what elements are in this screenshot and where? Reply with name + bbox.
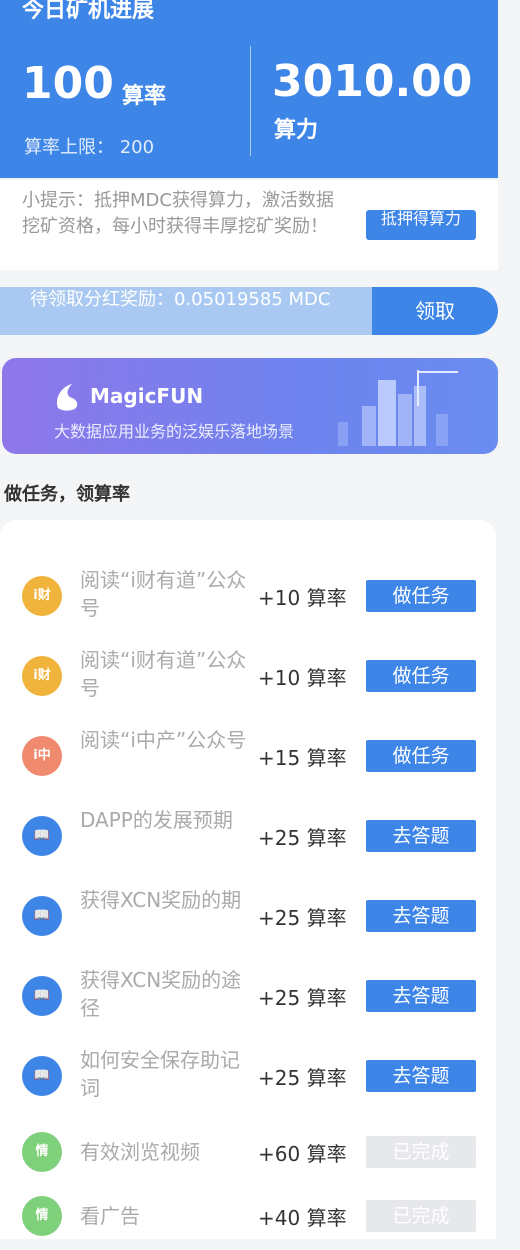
task-reward: +25 算率 bbox=[258, 986, 347, 1010]
task-reward: +10 算率 bbox=[258, 666, 347, 690]
banner-brand: MagicFUN bbox=[90, 384, 204, 408]
task-action-button[interactable]: 做任务 bbox=[366, 580, 476, 612]
task-name: DAPP的发展预期 bbox=[80, 808, 233, 832]
task-icon: 📖 bbox=[22, 1056, 62, 1096]
task-icon: 情 bbox=[22, 1132, 62, 1172]
hash-rate-limit: 算率上限： 200 bbox=[24, 133, 154, 159]
tip-card: 小提示：抵押MDC获得算力，激活数据挖矿资格，每小时获得丰厚挖矿奖励！ 抵押得算… bbox=[0, 180, 498, 270]
task-reward: +25 算率 bbox=[258, 826, 347, 850]
task-icon: i财 bbox=[22, 656, 62, 696]
task-row: i财 阅读“i财有道”公众号 +10 算率 做任务 bbox=[0, 640, 496, 710]
header-divider bbox=[250, 46, 251, 156]
task-row: i财 阅读“i财有道”公众号 +10 算率 做任务 bbox=[0, 560, 496, 630]
task-reward: +10 算率 bbox=[258, 586, 347, 610]
task-completed-button: 已完成 bbox=[366, 1200, 476, 1232]
task-icon: 📖 bbox=[22, 816, 62, 856]
task-reward: +40 算率 bbox=[258, 1206, 347, 1230]
task-name: 阅读“i财有道”公众号 bbox=[80, 648, 247, 700]
task-row: 📖 如何安全保存助记词 +25 算率 去答题 bbox=[0, 1040, 496, 1110]
task-row: i中 阅读“i中产”公众号 +15 算率 做任务 bbox=[0, 720, 496, 790]
task-icon: 📖 bbox=[22, 896, 62, 936]
page-title: 今日矿机进展 bbox=[22, 0, 155, 23]
tasks-section-title: 做任务，领算率 bbox=[4, 484, 130, 505]
task-icon: 情 bbox=[22, 1196, 62, 1236]
task-icon: i财 bbox=[22, 576, 62, 616]
dividend-claim-bar: 待领取分红奖励：0.05019585 MDC 领取 bbox=[0, 287, 498, 335]
task-name: 阅读“i财有道”公众号 bbox=[80, 568, 247, 620]
task-name: 获得XCN奖励的期 bbox=[80, 888, 242, 912]
task-row: 📖 获得XCN奖励的途径 +25 算率 去答题 bbox=[0, 960, 496, 1030]
task-name: 有效浏览视频 bbox=[80, 1140, 200, 1164]
task-list-card: i财 阅读“i财有道”公众号 +10 算率 做任务 i财 阅读“i财有道”公众号 +10 算… bbox=[0, 520, 496, 1239]
task-name: 如何安全保存助记词 bbox=[80, 1048, 240, 1100]
task-name: 获得XCN奖励的途径 bbox=[80, 968, 242, 1020]
task-action-button[interactable]: 去答题 bbox=[366, 1060, 476, 1092]
hash-rate-limit-label: 算率上限： bbox=[24, 137, 114, 158]
hash-rate-unit: 算率 bbox=[122, 84, 167, 109]
task-name: 阅读“i中产”公众号 bbox=[80, 728, 247, 752]
task-row: 情有效浏览视频 +60 算率 已完成 bbox=[0, 1116, 496, 1186]
hash-rate-value: 100 bbox=[22, 58, 114, 109]
magicfun-banner[interactable]: MagicFUN 大数据应用业务的泛娱乐落地场景 bbox=[2, 358, 498, 454]
task-reward: +15 算率 bbox=[258, 746, 347, 770]
task-reward: +25 算率 bbox=[258, 1066, 347, 1090]
banner-slogan: 大数据应用业务的泛娱乐落地场景 bbox=[54, 422, 295, 441]
task-completed-button: 已完成 bbox=[366, 1136, 476, 1168]
stake-button[interactable]: 抵押得算力 bbox=[366, 210, 476, 240]
task-row: 情看广告 +40 算率 已完成 bbox=[0, 1180, 496, 1250]
city-building-icon bbox=[338, 370, 458, 446]
task-action-button[interactable]: 做任务 bbox=[366, 660, 476, 692]
task-icon: 📖 bbox=[22, 976, 62, 1016]
task-row: 📖 DAPP的发展预期 +25 算率 去答题 bbox=[0, 800, 496, 870]
magicfun-logo-icon bbox=[56, 384, 78, 411]
claim-button[interactable]: 领取 bbox=[372, 287, 498, 335]
power-value: 3010.00 bbox=[272, 56, 473, 107]
mining-progress-header: 今日矿机进展 100 算率 算率上限： 200 3010.00 算力 bbox=[0, 0, 498, 178]
task-action-button[interactable]: 去答题 bbox=[366, 980, 476, 1012]
task-reward: +25 算率 bbox=[258, 906, 347, 930]
task-icon: i中 bbox=[22, 736, 62, 776]
power-unit: 算力 bbox=[274, 118, 319, 143]
task-action-button[interactable]: 去答题 bbox=[366, 820, 476, 852]
task-reward: +60 算率 bbox=[258, 1142, 347, 1166]
dividend-text: 待领取分红奖励：0.05019585 MDC bbox=[30, 289, 331, 310]
hash-rate-limit-value: 200 bbox=[119, 137, 155, 158]
task-row: 📖 获得XCN奖励的期 +25 算率 去答题 bbox=[0, 880, 496, 950]
task-action-button[interactable]: 做任务 bbox=[366, 740, 476, 772]
task-action-button[interactable]: 去答题 bbox=[366, 900, 476, 932]
task-name: 看广告 bbox=[80, 1204, 140, 1228]
tip-text: 小提示：抵押MDC获得算力，激活数据挖矿资格，每小时获得丰厚挖矿奖励！ bbox=[22, 190, 334, 237]
